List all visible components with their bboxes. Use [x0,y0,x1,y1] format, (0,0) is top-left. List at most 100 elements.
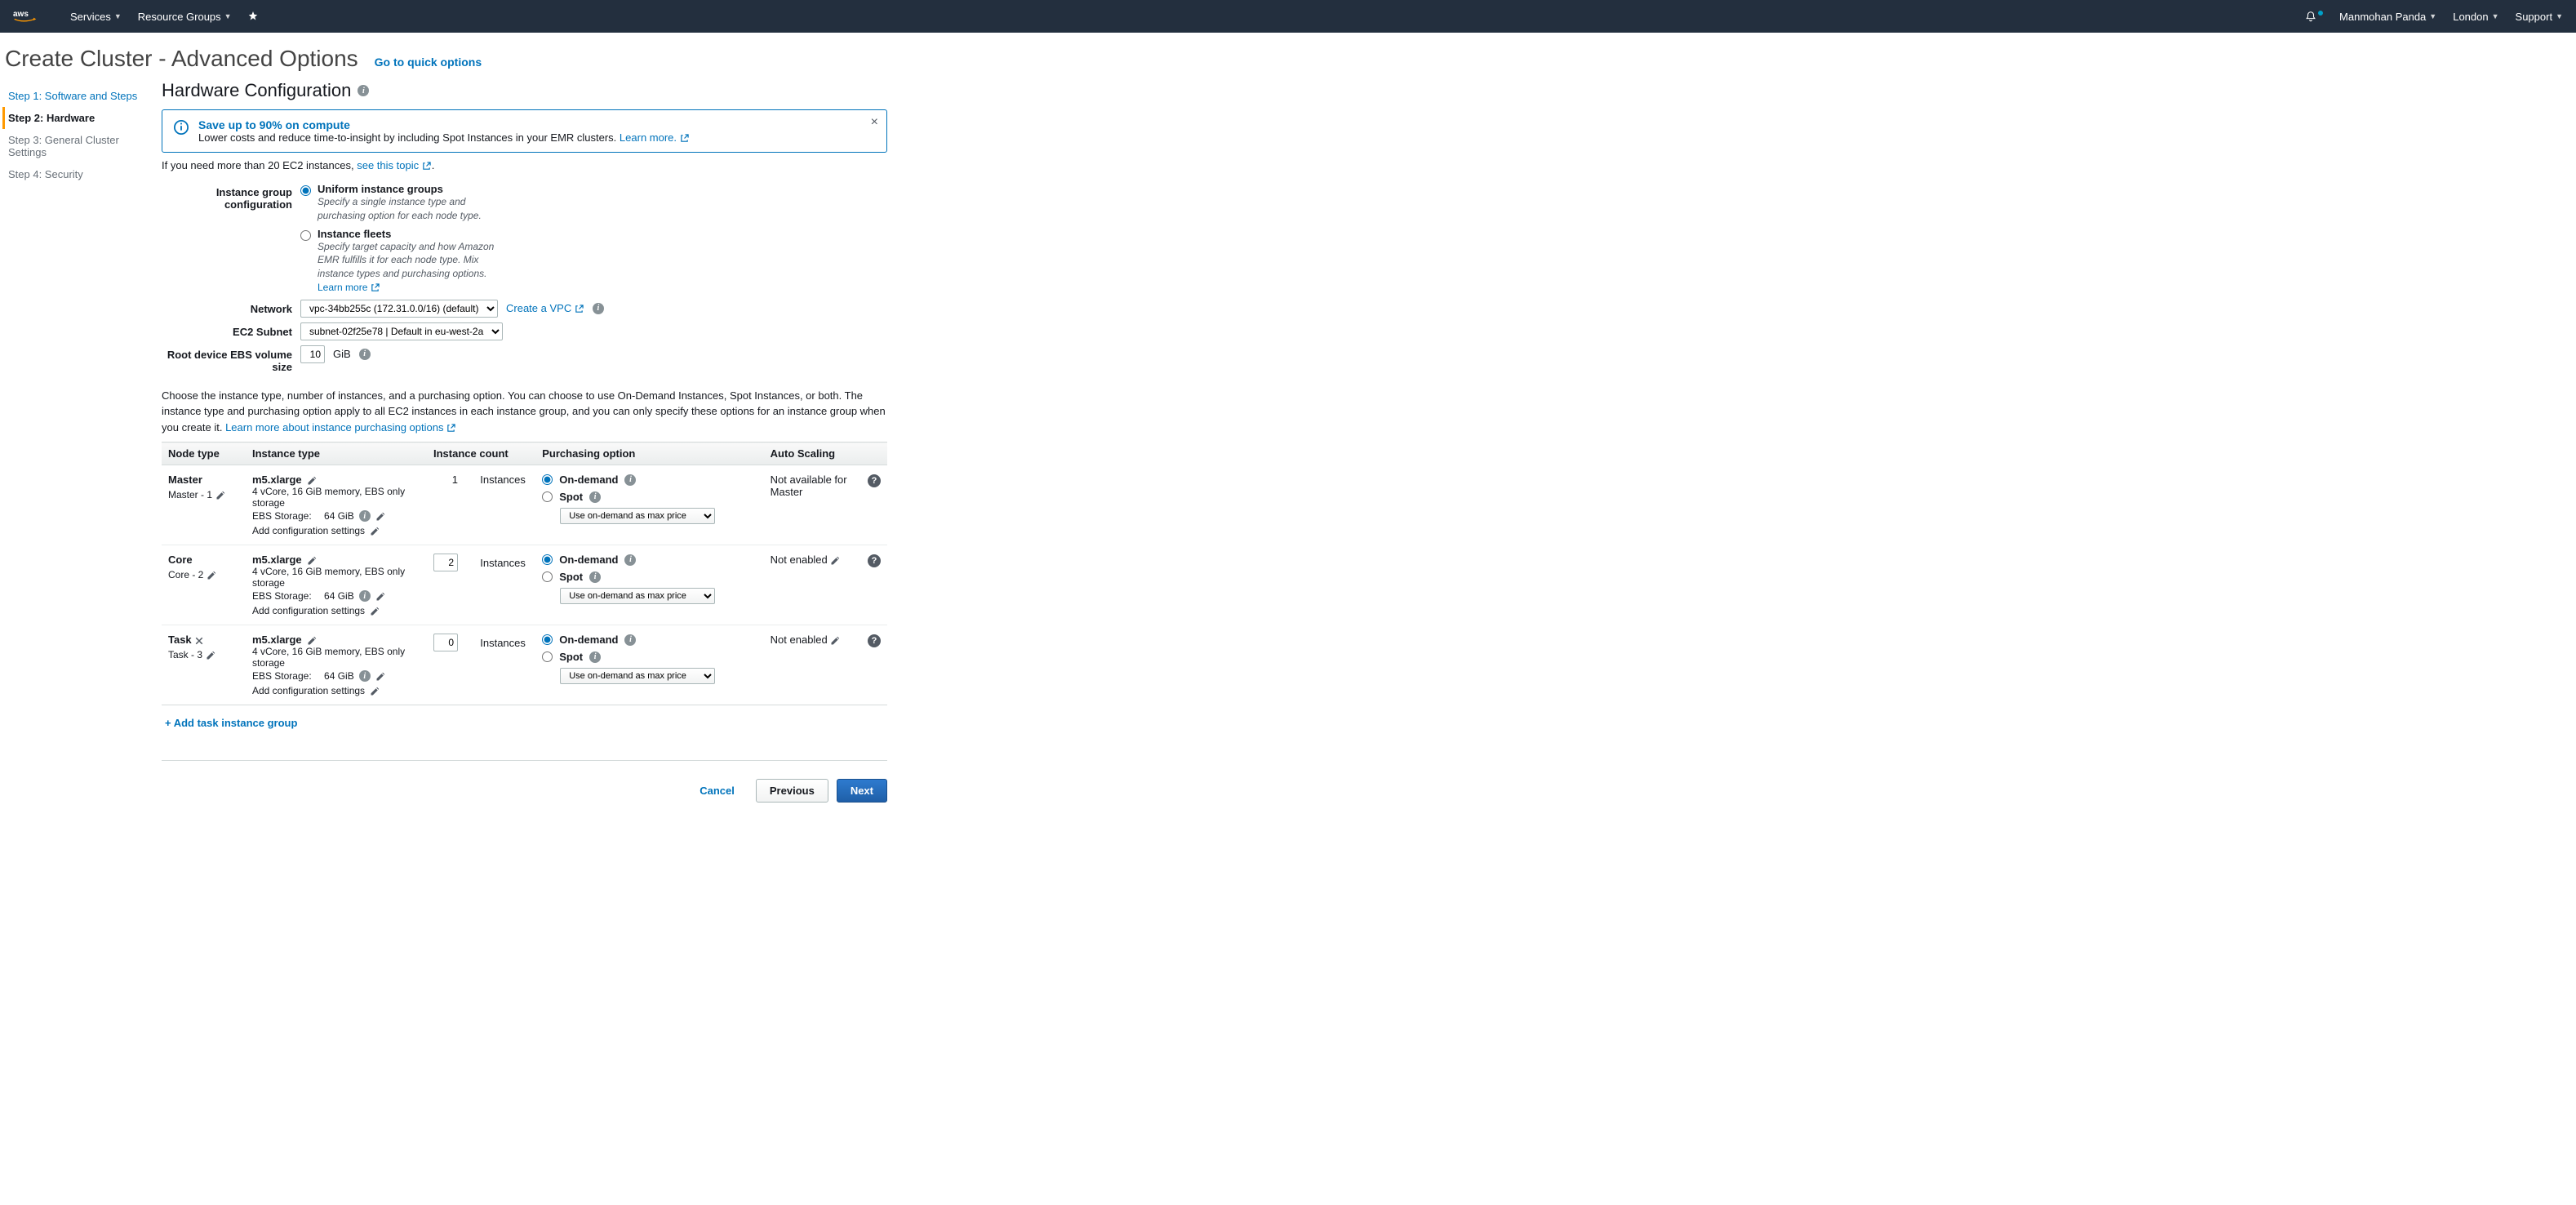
th-auto-scaling: Auto Scaling [764,442,861,465]
previous-button[interactable]: Previous [756,779,828,803]
ec2-limit-note: If you need more than 20 EC2 instances, … [162,159,887,171]
info-icon[interactable]: i [593,303,604,314]
edit-icon[interactable] [375,670,385,682]
top-nav: aws Services ▼ Resource Groups ▼ Manmoha… [0,0,2576,33]
purchase-on-demand[interactable]: On-demand i [542,554,757,566]
instance-count-value: 1 [452,474,458,486]
edit-icon[interactable] [307,474,317,486]
info-icon[interactable]: i [359,670,371,682]
nav-services[interactable]: Services ▼ [70,11,122,23]
info-icon[interactable]: i [589,491,601,503]
th-instance-type: Instance type [246,442,427,465]
help-icon[interactable]: ? [868,634,881,647]
purchase-spot[interactable]: Spot i [542,571,757,583]
instance-type-name: m5.xlarge [252,634,420,646]
edit-icon[interactable] [215,489,225,500]
info-icon[interactable]: i [624,554,636,566]
purchase-on-demand[interactable]: On-demand i [542,474,757,486]
nav-support[interactable]: Support ▼ [2516,11,2563,23]
edit-icon[interactable] [307,634,317,646]
chevron-down-icon: ▼ [224,12,232,20]
radio-on-demand[interactable] [542,474,553,485]
add-config-settings[interactable]: Add configuration settings [252,605,420,616]
nav-region[interactable]: London ▼ [2453,11,2498,23]
fleets-learn-more-link[interactable]: Learn more [318,282,380,293]
edit-icon[interactable] [830,554,840,566]
spot-price-select[interactable]: Use on-demand as max price [560,668,715,684]
info-icon[interactable]: i [359,590,371,602]
quick-options-link[interactable]: Go to quick options [375,56,482,69]
edit-icon[interactable] [207,569,216,580]
edit-icon[interactable] [307,554,317,566]
edit-icon[interactable] [206,649,215,660]
table-row: CoreCore - 2 m5.xlarge 4 vCore, 16 GiB m… [162,545,887,625]
instance-count-input[interactable] [433,634,458,651]
edit-icon[interactable] [830,634,840,646]
cancel-button[interactable]: Cancel [686,780,748,802]
subnet-select[interactable]: subnet-02f25e78 | Default in eu-west-2a [300,322,503,340]
ec2-limit-link[interactable]: see this topic [357,159,432,171]
radio-spot[interactable] [542,651,553,662]
external-link-icon [680,131,690,144]
wizard-steps: Step 1: Software and Steps Step 2: Hardw… [0,80,155,835]
nav-pin-icon[interactable] [248,11,258,21]
purchasing-learn-more-link[interactable]: Learn more about instance purchasing opt… [225,421,456,434]
aws-logo[interactable]: aws [13,8,54,24]
spot-price-select[interactable]: Use on-demand as max price [560,588,715,604]
info-icon[interactable]: i [359,349,371,360]
info-icon[interactable]: i [589,571,601,583]
purchase-on-demand[interactable]: On-demand i [542,634,757,646]
info-icon[interactable]: i [359,510,371,522]
network-select[interactable]: vpc-34bb255c (172.31.0.0/16) (default) [300,300,498,318]
chevron-down-icon: ▼ [2556,12,2563,20]
ebs-storage: EBS Storage: 64 GiB i [252,670,420,682]
radio-uniform-groups[interactable]: Uniform instance groups Specify a single… [300,183,643,223]
step-2: Step 2: Hardware [2,107,147,129]
info-learn-more-link[interactable]: Learn more. [620,131,690,144]
instance-count-input[interactable] [433,554,458,571]
instance-type-name: m5.xlarge [252,554,420,566]
th-purchasing: Purchasing option [535,442,763,465]
external-link-icon [575,302,584,314]
add-task-group-link[interactable]: + Add task instance group [165,717,297,729]
spot-price-select[interactable]: Use on-demand as max price [560,508,715,524]
create-vpc-link[interactable]: Create a VPC [506,302,584,314]
radio-instance-fleets[interactable]: Instance fleets Specify target capacity … [300,228,643,295]
info-icon[interactable]: i [589,651,601,663]
next-button[interactable]: Next [837,779,887,803]
radio-fleets-input[interactable] [300,230,311,241]
remove-icon[interactable] [194,634,204,646]
nav-notifications[interactable] [2305,11,2323,22]
radio-on-demand[interactable] [542,554,553,565]
node-label: Task - 3 [168,649,239,660]
th-node-type: Node type [162,442,246,465]
radio-on-demand[interactable] [542,634,553,645]
add-config-settings[interactable]: Add configuration settings [252,525,420,536]
close-icon[interactable]: × [871,115,878,130]
node-type-name: Core [168,554,239,566]
nav-user[interactable]: Manmohan Panda ▼ [2339,11,2436,23]
radio-spot[interactable] [542,491,553,502]
info-icon[interactable]: i [624,634,636,646]
purchase-spot[interactable]: Spot i [542,491,757,503]
section-title: Hardware Configuration i [162,80,887,101]
purchase-spot[interactable]: Spot i [542,651,757,663]
root-ebs-input[interactable] [300,345,325,363]
add-config-settings[interactable]: Add configuration settings [252,685,420,696]
ebs-storage: EBS Storage: 64 GiB i [252,510,420,522]
nav-resource-groups[interactable]: Resource Groups ▼ [138,11,232,23]
radio-spot[interactable] [542,571,553,582]
edit-icon[interactable] [375,590,385,602]
step-1[interactable]: Step 1: Software and Steps [5,85,147,107]
info-icon[interactable]: i [358,85,369,96]
th-instance-count: Instance count [427,442,535,465]
step-4: Step 4: Security [5,163,147,185]
info-icon[interactable]: i [624,474,636,486]
edit-icon [370,685,380,696]
help-icon[interactable]: ? [868,554,881,567]
radio-uniform-input[interactable] [300,185,311,196]
help-icon[interactable]: ? [868,474,881,487]
label-instance-group-config: Instance group configuration [162,183,300,211]
info-body: Lower costs and reduce time-to-insight b… [198,131,690,144]
edit-icon[interactable] [375,510,385,522]
